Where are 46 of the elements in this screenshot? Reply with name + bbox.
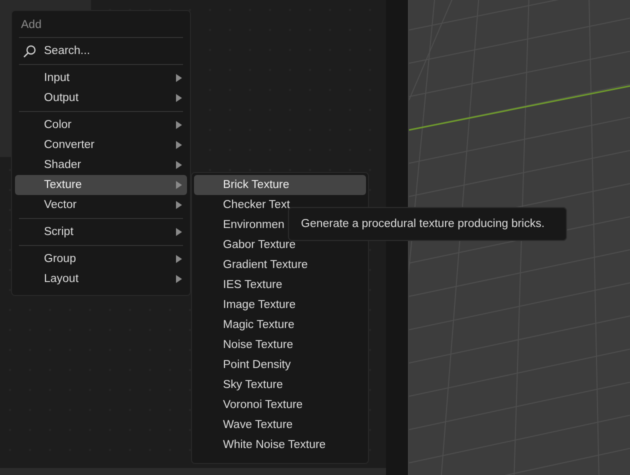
submenu-arrow-icon bbox=[176, 228, 182, 236]
menu-item[interactable]: Gradient Texture bbox=[194, 255, 366, 275]
menu-item[interactable]: Image Texture bbox=[194, 295, 366, 315]
item-label: Input bbox=[44, 72, 71, 84]
menu-item[interactable]: Point Density bbox=[194, 355, 366, 375]
submenu-arrow-icon bbox=[176, 74, 182, 82]
menu-item[interactable]: Voronoi Texture bbox=[194, 395, 366, 415]
submenu-arrow-icon bbox=[176, 141, 182, 149]
submenu-arrow-icon bbox=[176, 255, 182, 263]
menu-item[interactable]: Vector bbox=[15, 195, 187, 215]
item-label: Texture bbox=[44, 179, 83, 191]
item-label: Search... bbox=[44, 45, 92, 57]
item-label: Color bbox=[44, 119, 72, 131]
menu-item[interactable]: Shader bbox=[15, 155, 187, 175]
submenu-arrow-icon bbox=[176, 94, 182, 102]
menu-item[interactable]: Brick Texture bbox=[194, 175, 366, 195]
item-label: Converter bbox=[44, 139, 96, 151]
item-label: Output bbox=[44, 92, 80, 104]
menu-item[interactable]: Converter bbox=[15, 135, 187, 155]
tooltip: Generate a procedural texture producing bricks. bbox=[288, 207, 567, 241]
menu-item[interactable]: Magic Texture bbox=[194, 315, 366, 335]
submenu-arrow-icon bbox=[176, 121, 182, 129]
submenu-arrow-icon bbox=[176, 181, 182, 189]
menu-item[interactable]: Noise Texture bbox=[194, 335, 366, 355]
item-label: Group bbox=[44, 253, 77, 265]
menu-item[interactable]: Group bbox=[15, 249, 187, 269]
menu-title: Add bbox=[20, 18, 42, 33]
search-item[interactable]: Search... bbox=[15, 41, 187, 61]
menu-item[interactable]: IES Texture bbox=[194, 275, 366, 295]
menu-item[interactable]: Input bbox=[15, 68, 187, 88]
item-label: Layout bbox=[44, 273, 80, 285]
item-label: Shader bbox=[44, 159, 82, 171]
menu-item[interactable]: White Noise Texture bbox=[194, 435, 366, 455]
menu-item[interactable]: Layout bbox=[15, 269, 187, 289]
submenu-arrow-icon bbox=[176, 201, 182, 209]
menu-item[interactable]: Sky Texture bbox=[194, 375, 366, 395]
item-label: Script bbox=[44, 226, 74, 238]
submenu-arrow-icon bbox=[176, 275, 182, 283]
menu-item[interactable]: Texture bbox=[15, 175, 187, 195]
menu-item[interactable]: Script bbox=[15, 222, 187, 242]
submenu-arrow-icon bbox=[176, 161, 182, 169]
menu-item[interactable]: Color bbox=[15, 115, 187, 135]
search-icon bbox=[23, 44, 36, 58]
menu-item[interactable]: Output bbox=[15, 88, 187, 108]
menu-item[interactable]: Wave Texture bbox=[194, 415, 366, 435]
item-label: Vector bbox=[44, 199, 78, 211]
